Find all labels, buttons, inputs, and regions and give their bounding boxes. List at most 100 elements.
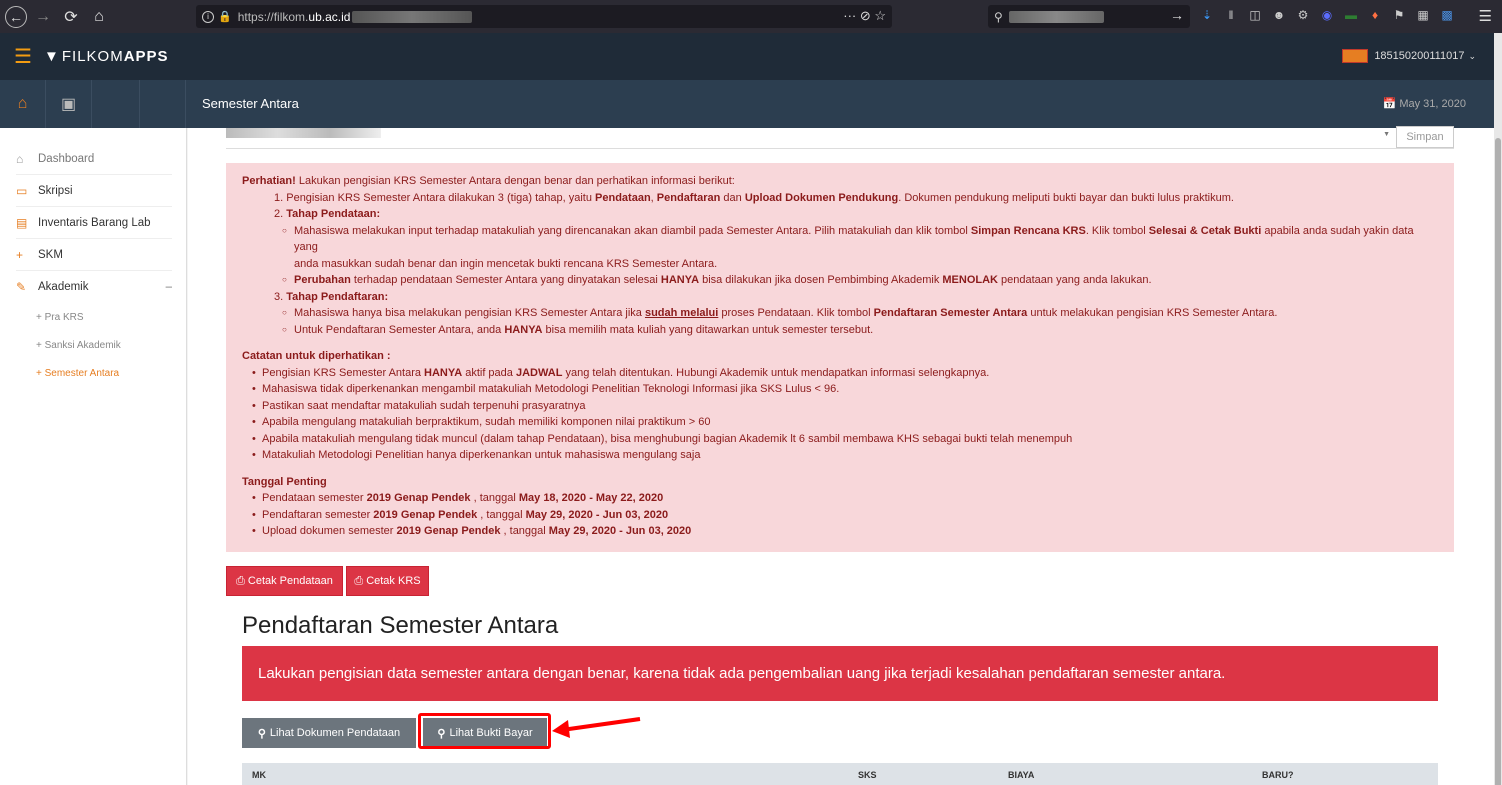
- search-icon: ⚲: [257, 727, 266, 740]
- text: 2019 Genap Pendek: [396, 525, 501, 537]
- browser-search-input[interactable]: ⚲ →: [988, 5, 1190, 28]
- text: . Klik tombol: [1085, 224, 1149, 237]
- reload-icon[interactable]: ⟳: [59, 5, 83, 29]
- text: Selesai & Cetak Bukti: [1148, 224, 1262, 237]
- dates-title: Tanggal Penting: [242, 474, 1438, 491]
- save-button[interactable]: Simpan: [1396, 126, 1454, 148]
- warning-banner: Lakukan pengisian data semester antara d…: [242, 646, 1438, 701]
- hamburger-menu-icon[interactable]: ☰: [14, 44, 34, 69]
- lihat-dokumen-button[interactable]: ⚲ Lihat Dokumen Pendataan: [242, 718, 416, 748]
- avatar: [1342, 49, 1369, 63]
- extension-leaf-icon[interactable]: ▬: [1344, 8, 1358, 22]
- text: Upload dokumen semester: [262, 525, 397, 537]
- step-1: 1. Pengisian KRS Semester Antara dilakuk…: [274, 191, 1234, 204]
- printer-icon: ⎙: [236, 574, 245, 587]
- browser-menu-icon[interactable]: ☰: [1479, 7, 1492, 25]
- logo-icon: ▼: [44, 48, 60, 65]
- sidebar-item-inventaris[interactable]: ▤ Inventaris Barang Lab: [16, 207, 172, 239]
- text: Untuk Pendaftaran Semester Antara, anda: [294, 323, 505, 336]
- extension-fox-icon[interactable]: ♦: [1368, 8, 1382, 22]
- sidebar-item-skm[interactable]: + SKM: [16, 239, 172, 271]
- account-icon[interactable]: ☻: [1272, 8, 1286, 22]
- notes-title: Catatan untuk diperhatikan :: [242, 348, 1438, 365]
- main-content: ▼ Simpan Perhatian! Lakukan pengisian KR…: [188, 126, 1494, 785]
- home-icon: ⌂: [16, 151, 24, 166]
- text: Tahap Pendataan:: [286, 208, 381, 220]
- text: Pendaftaran semester: [262, 508, 374, 521]
- home-icon[interactable]: ⌂: [87, 5, 111, 29]
- cetak-krs-button[interactable]: ⎙ Cetak KRS: [346, 566, 429, 596]
- folder-tab-icon[interactable]: ▣: [46, 80, 92, 128]
- text: anda masukkan sudah benar dan ingin menc…: [294, 257, 718, 270]
- text: Mahasiswa hanya bisa melakukan pengisian…: [294, 307, 645, 319]
- sidebar-item-dashboard[interactable]: ⌂ Dashboard: [16, 143, 172, 175]
- sub-tab-empty: [92, 80, 140, 128]
- sidebar-item-akademik[interactable]: ✎ Akademik –: [16, 271, 172, 303]
- button-label: Cetak Pendataan: [247, 575, 333, 587]
- extension-shield-icon[interactable]: ⚑: [1392, 8, 1406, 22]
- highlight-annotation: [418, 713, 551, 749]
- user-id: 185150200111017: [1374, 50, 1465, 62]
- text: Catatan untuk diperhatikan :: [242, 350, 391, 362]
- sidebar-subitem-semester-antara[interactable]: + Semester Antara: [36, 359, 186, 387]
- app-header: ☰ ▼ FILKOMAPPS 185150200111017 ⌄: [0, 33, 1494, 80]
- semester-select[interactable]: ▼ Simpan: [226, 126, 1454, 149]
- text: May 18, 2020 - May 22, 2020: [518, 492, 664, 504]
- text: . Dokumen pendukung meliputi bukti bayar…: [898, 191, 1234, 204]
- text: pendataan yang anda lakukan.: [997, 274, 1152, 286]
- sidebar-item-skripsi[interactable]: ▭ Skripsi: [16, 175, 172, 207]
- note-2: Mahasiswa tidak diperkenankan mengambil …: [242, 381, 1438, 398]
- extension-globe-icon[interactable]: ◉: [1320, 8, 1334, 22]
- column-header-baru: BARU?: [1262, 770, 1294, 780]
- search-go-arrow-icon[interactable]: →: [1170, 7, 1184, 23]
- text: May 29, 2020 - Jun 03, 2020: [548, 525, 692, 537]
- printer-icon: ⎙: [354, 574, 364, 587]
- extension-grid-icon[interactable]: ▦: [1416, 8, 1430, 22]
- scrollbar-thumb[interactable]: [1495, 138, 1501, 785]
- column-header-sks: SKS: [858, 770, 877, 780]
- extension-gear-icon[interactable]: ⚙: [1296, 8, 1310, 22]
- sidebar-subitem-label: Pra KRS: [44, 311, 84, 323]
- extension-icons: ⇣ ‖ ◫ ☻ ⚙ ◉ ▬ ♦ ⚑ ▦ ▩: [1200, 8, 1454, 22]
- info-icon[interactable]: i: [202, 10, 214, 23]
- text: Tahap Pendaftaran:: [286, 290, 389, 303]
- sidebar-icon[interactable]: ◫: [1248, 8, 1262, 22]
- scrollbar[interactable]: [1494, 33, 1502, 785]
- note-3: Pastikan saat mendaftar matakuliah sudah…: [242, 398, 1438, 415]
- select-value-redacted: [226, 128, 381, 138]
- date-1: Pendataan semester 2019 Genap Pendek , t…: [242, 490, 1438, 507]
- text: JADWAL: [515, 366, 563, 379]
- url-domain: ub.ac.id: [308, 9, 351, 24]
- url-bar[interactable]: i 🔒 https://filkom. ub.ac.id ··· ⊘ ☆: [196, 5, 892, 28]
- folder-icon: ▭: [16, 183, 28, 198]
- text: MENOLAK: [942, 274, 998, 286]
- sidebar-subitem-sanksi[interactable]: + Sanksi Akademik: [36, 331, 186, 359]
- download-icon[interactable]: ⇣: [1200, 8, 1214, 22]
- note-1: Pengisian KRS Semester Antara HANYA akti…: [242, 365, 1438, 382]
- date-text: May 31, 2020: [1399, 98, 1466, 110]
- text: terhadap pendataan Semester Antara yang …: [350, 274, 661, 286]
- cetak-pendataan-button[interactable]: ⎙ Cetak Pendataan: [226, 566, 343, 596]
- forward-arrow-icon[interactable]: →: [31, 5, 55, 29]
- date-2: Pendaftaran semester 2019 Genap Pendek ,…: [242, 507, 1438, 524]
- extension-translate-icon[interactable]: ▩: [1440, 8, 1454, 22]
- note-4: Apabila mengulang matakuliah berpraktiku…: [242, 414, 1438, 431]
- sidebar-subitem-pra-krs[interactable]: + Pra KRS: [36, 303, 186, 331]
- text: proses Pendataan. Klik tombol: [718, 307, 874, 319]
- back-arrow-icon[interactable]: ←: [5, 5, 27, 28]
- text: dan: [720, 191, 745, 204]
- sidebar-item-label: Skripsi: [38, 184, 73, 197]
- url-actions[interactable]: ··· ⊘ ☆: [843, 8, 886, 24]
- annotation-arrow-icon: [552, 717, 641, 738]
- collapse-icon[interactable]: –: [166, 281, 172, 293]
- library-icon[interactable]: ‖: [1224, 8, 1238, 22]
- user-menu[interactable]: 185150200111017 ⌄: [1342, 49, 1476, 63]
- sidebar-subitem-label: Sanksi Akademik: [44, 339, 121, 351]
- step-2-list: Mahasiswa melakukan input terhadap matak…: [282, 223, 1438, 289]
- home-tab-icon[interactable]: ⌂: [0, 80, 46, 128]
- alert-attention-text: Lakukan pengisian KRS Semester Antara de…: [295, 175, 735, 187]
- brand-logo[interactable]: ▼ FILKOMAPPS: [44, 48, 169, 65]
- text: HANYA: [504, 323, 543, 336]
- column-header-biaya: BIAYA: [1008, 770, 1035, 780]
